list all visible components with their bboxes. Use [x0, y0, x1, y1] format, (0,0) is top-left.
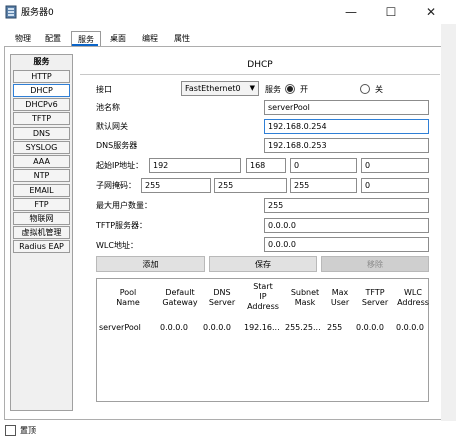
col-header-default-gateway[interactable]: Default Gateway [158, 288, 202, 308]
always-on-top-checkbox[interactable] [5, 425, 16, 436]
dns-server-label: DNS服务器 [96, 141, 138, 150]
interface-label: 接口 [96, 85, 112, 94]
subnet-mask-octet-3[interactable]: 255 [290, 178, 357, 193]
chevron-down-icon: ▼ [249, 84, 255, 92]
col-header-wlc-address[interactable]: WLC Address [396, 288, 430, 308]
cell-subnet-mask[interactable]: 255.25... [285, 323, 321, 332]
panel-title: DHCP [247, 60, 273, 70]
gateway-field[interactable]: 192.168.0.254 [264, 119, 429, 134]
pool-name-field[interactable]: serverPool [264, 100, 429, 115]
subnet-mask-octet-1[interactable]: 255 [141, 178, 211, 193]
service-item-aaa[interactable]: AAA [13, 155, 70, 168]
service-item-vm-management[interactable]: 虚拟机管理 [13, 226, 70, 239]
service-label: 服务 [265, 85, 281, 94]
start-ip-octet-1[interactable]: 192 [149, 158, 241, 173]
start-ip-label: 起始IP地址： [96, 161, 144, 170]
service-item-radius-eap[interactable]: Radius EAP [13, 240, 70, 253]
close-icon: ✕ [425, 5, 437, 19]
subnet-mask-octet-2[interactable]: 255 [214, 178, 287, 193]
start-ip-octet-4[interactable]: 0 [361, 158, 429, 173]
vertical-scrollbar[interactable] [441, 24, 456, 422]
wlc-address-label: WLC地址： [96, 241, 138, 250]
interface-select[interactable]: FastEthernet0 ▼ [181, 81, 259, 96]
cell-start-ip[interactable]: 192.16... [244, 323, 280, 332]
service-off-label: 关 [375, 85, 383, 94]
service-list-header: 服务 [33, 57, 50, 66]
service-item-dhcp[interactable]: DHCP [13, 84, 70, 97]
tab-physical[interactable]: 物理 [10, 31, 36, 46]
gateway-label: 默认网关 [96, 122, 128, 131]
service-on-label: 开 [300, 85, 308, 94]
subnet-mask-label: 子网掩码： [96, 181, 136, 190]
window-title: 服务器0 [21, 8, 54, 18]
cell-dns-server[interactable]: 0.0.0.0 [203, 323, 231, 332]
minimize-button[interactable]: — [336, 0, 366, 24]
service-item-email[interactable]: EMAIL [13, 184, 70, 197]
max-users-field[interactable]: 255 [264, 198, 429, 213]
add-button[interactable]: 添加 [96, 256, 205, 272]
panel-divider [80, 74, 440, 75]
save-button[interactable]: 保存 [209, 256, 317, 272]
maximize-button[interactable]: ☐ [376, 0, 406, 24]
tftp-server-field[interactable]: 0.0.0.0 [264, 218, 429, 233]
bottom-bar [0, 421, 456, 445]
service-item-tftp[interactable]: TFTP [13, 112, 70, 125]
close-button[interactable]: ✕ [416, 0, 446, 24]
server-app-icon [4, 5, 18, 19]
tab-config[interactable]: 配置 [40, 31, 66, 46]
service-item-dns[interactable]: DNS [13, 127, 70, 140]
tab-desktop[interactable]: 桌面 [105, 31, 131, 46]
cell-max-user[interactable]: 255 [327, 323, 342, 332]
service-item-syslog[interactable]: SYSLOG [13, 141, 70, 154]
col-header-max-user[interactable]: Max User [326, 288, 354, 308]
col-header-dns-server[interactable]: DNS Server [203, 288, 241, 308]
service-item-ftp[interactable]: FTP [13, 198, 70, 211]
service-item-ntp[interactable]: NTP [13, 169, 70, 182]
service-item-dhcpv6[interactable]: DHCPv6 [13, 98, 70, 111]
col-header-tftp-server[interactable]: TFTP Server [356, 288, 394, 308]
dns-server-field[interactable]: 192.168.0.253 [264, 138, 429, 153]
maximize-icon: ☐ [385, 5, 397, 19]
max-users-label: 最大用户数量： [96, 201, 152, 210]
subnet-mask-octet-4[interactable]: 0 [361, 178, 429, 193]
remove-button[interactable]: 移除 [321, 256, 429, 272]
service-off-radio[interactable] [360, 84, 370, 94]
start-ip-octet-3[interactable]: 0 [290, 158, 357, 173]
cell-default-gateway[interactable]: 0.0.0.0 [160, 323, 188, 332]
tftp-server-label: TFTP服务器： [96, 221, 148, 230]
start-ip-octet-2[interactable]: 168 [246, 158, 286, 173]
pool-name-label: 池名称 [96, 103, 120, 112]
service-item-http[interactable]: HTTP [13, 70, 70, 83]
always-on-top-label: 置顶 [20, 426, 36, 435]
tab-attributes[interactable]: 属性 [169, 31, 195, 46]
cell-wlc-address[interactable]: 0.0.0.0 [396, 323, 429, 332]
col-header-start-ip[interactable]: Start IP Address [243, 282, 283, 312]
service-on-radio[interactable] [285, 84, 295, 94]
col-header-pool-name[interactable]: Pool Name [108, 288, 148, 308]
radio-selected-dot [287, 86, 293, 92]
service-item-iot[interactable]: 物联网 [13, 212, 70, 225]
minimize-icon: — [345, 5, 357, 19]
cell-tftp-server[interactable]: 0.0.0.0 [356, 323, 384, 332]
tab-programming[interactable]: 编程 [137, 31, 163, 46]
cell-pool-name[interactable]: serverPool [99, 323, 141, 332]
interface-value: FastEthernet0 [185, 84, 241, 93]
col-header-subnet-mask[interactable]: Subnet Mask [285, 288, 325, 308]
wlc-address-field[interactable]: 0.0.0.0 [264, 237, 429, 252]
